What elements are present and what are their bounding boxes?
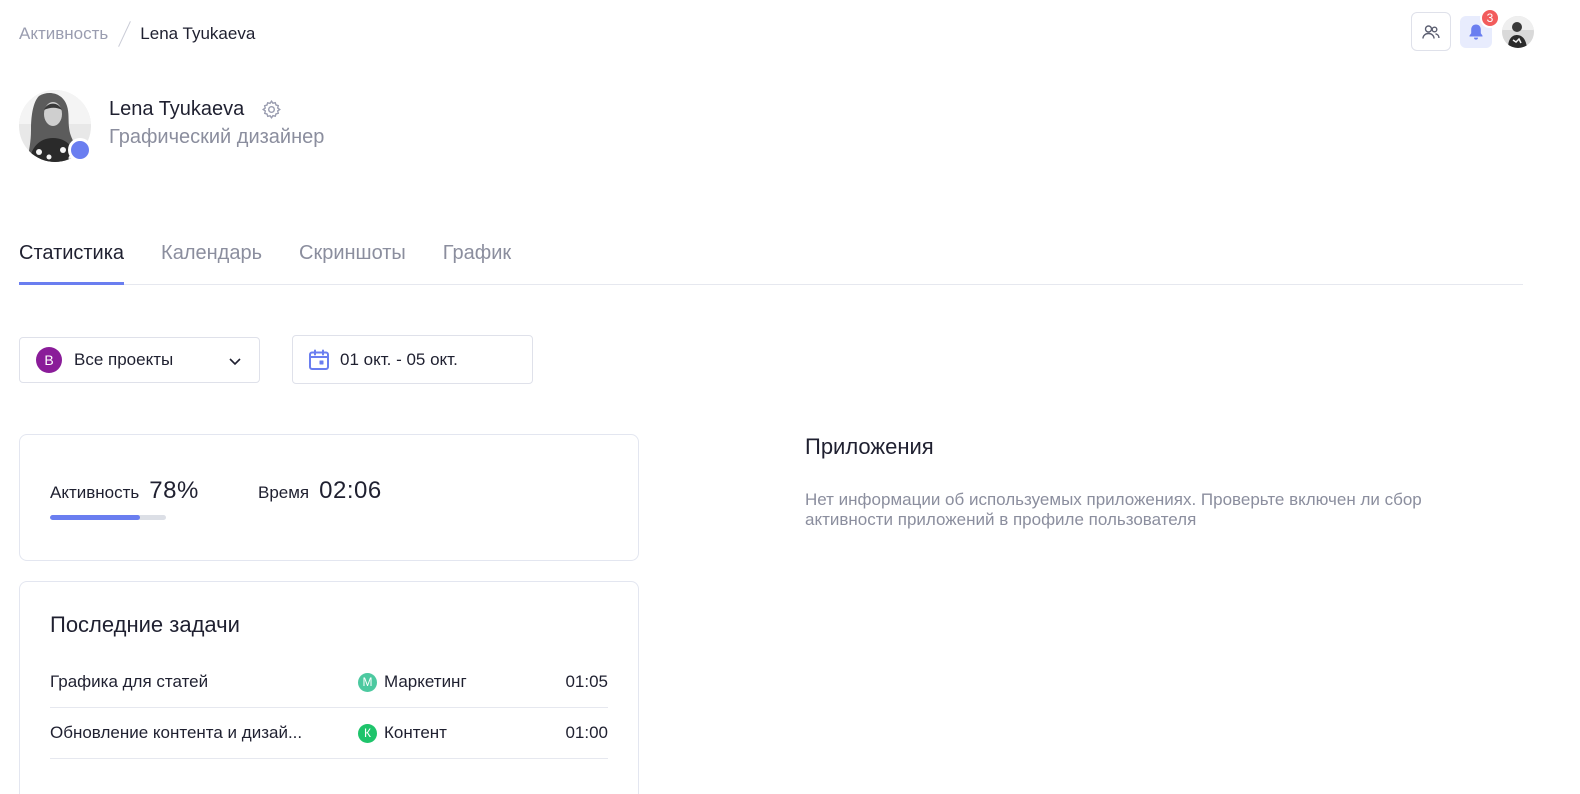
project-badge: К: [358, 723, 377, 743]
activity-label: Активность: [50, 483, 140, 502]
profile-tabs: Статистика Календарь Скриншоты График: [19, 236, 1523, 285]
time-metric: Время 02:06: [258, 477, 382, 505]
tab-schedule[interactable]: График: [443, 236, 511, 285]
topbar-actions: 3: [1411, 7, 1534, 51]
gear-icon[interactable]: [261, 99, 282, 120]
applications-section: Приложения Нет информации об используемы…: [805, 434, 1505, 530]
profile-name-row: Lena Tyukaeva: [109, 98, 324, 121]
time-value: 02:06: [319, 477, 382, 504]
activity-progress-bar: [50, 515, 166, 520]
tab-calendar[interactable]: Календарь: [161, 236, 262, 285]
applications-empty-message: Нет информации об используемых приложени…: [805, 490, 1422, 529]
profile-header: Lena Tyukaeva Графический дизайнер: [19, 90, 324, 162]
activity-metric: Активность 78%: [50, 477, 199, 505]
chevron-down-icon: [229, 358, 241, 366]
date-range-label: 01 окт. - 05 окт.: [340, 349, 458, 369]
project-badge: M: [358, 672, 377, 692]
recent-tasks-card: Последние задачи Графика для статей M Ма…: [19, 581, 639, 794]
project-avatar: В: [36, 347, 62, 373]
task-project: M Маркетинг: [358, 672, 565, 692]
task-row[interactable]: Графика для статей M Маркетинг 01:05: [50, 657, 608, 708]
tab-screenshots[interactable]: Скриншоты: [299, 236, 406, 285]
tab-statistics[interactable]: Статистика: [19, 236, 125, 285]
applications-title: Приложения: [805, 434, 934, 459]
activity-progress-fill: [50, 515, 141, 520]
task-project-name: Контент: [384, 723, 447, 742]
recent-tasks-title: Последние задачи: [50, 612, 240, 637]
breadcrumb-current: Lena Tyukaeva: [140, 24, 256, 43]
task-time: 01:00: [565, 723, 608, 742]
breadcrumb-activity-link[interactable]: Активность: [19, 24, 108, 44]
profile-avatar: [19, 90, 92, 162]
task-time: 01:05: [565, 672, 608, 691]
activity-summary-card: Активность 78% Время 02:06: [19, 434, 639, 561]
users-icon: [1422, 24, 1440, 39]
team-button[interactable]: [1411, 12, 1451, 51]
profile-role: Графический дизайнер: [109, 126, 325, 148]
user-avatar[interactable]: [1502, 15, 1534, 48]
notifications-button[interactable]: 3: [1460, 7, 1500, 48]
date-range-picker[interactable]: 01 окт. - 05 окт.: [292, 335, 533, 384]
task-project-name: Маркетинг: [384, 672, 467, 691]
profile-info: Lena Tyukaeva Графический дизайнер: [109, 98, 324, 162]
task-row[interactable]: Обновление контента и дизай... К Контент…: [50, 708, 608, 759]
online-status-indicator: [68, 138, 92, 162]
task-project: К Контент: [358, 723, 565, 743]
task-name: Обновление контента и дизай...: [50, 723, 303, 742]
profile-name: Lena Tyukaeva: [109, 98, 245, 120]
project-select[interactable]: В Все проекты: [19, 337, 260, 383]
task-name: Графика для статей: [50, 672, 209, 691]
bell-icon: [1469, 24, 1483, 40]
project-select-label: Все проекты: [74, 350, 174, 369]
breadcrumb-separator: [118, 21, 132, 47]
calendar-icon: [309, 349, 329, 370]
breadcrumb: Активность Lena Tyukaeva: [19, 20, 255, 48]
time-label: Время: [258, 483, 310, 502]
notification-count-badge: 3: [1480, 7, 1500, 28]
activity-value: 78%: [149, 477, 199, 504]
